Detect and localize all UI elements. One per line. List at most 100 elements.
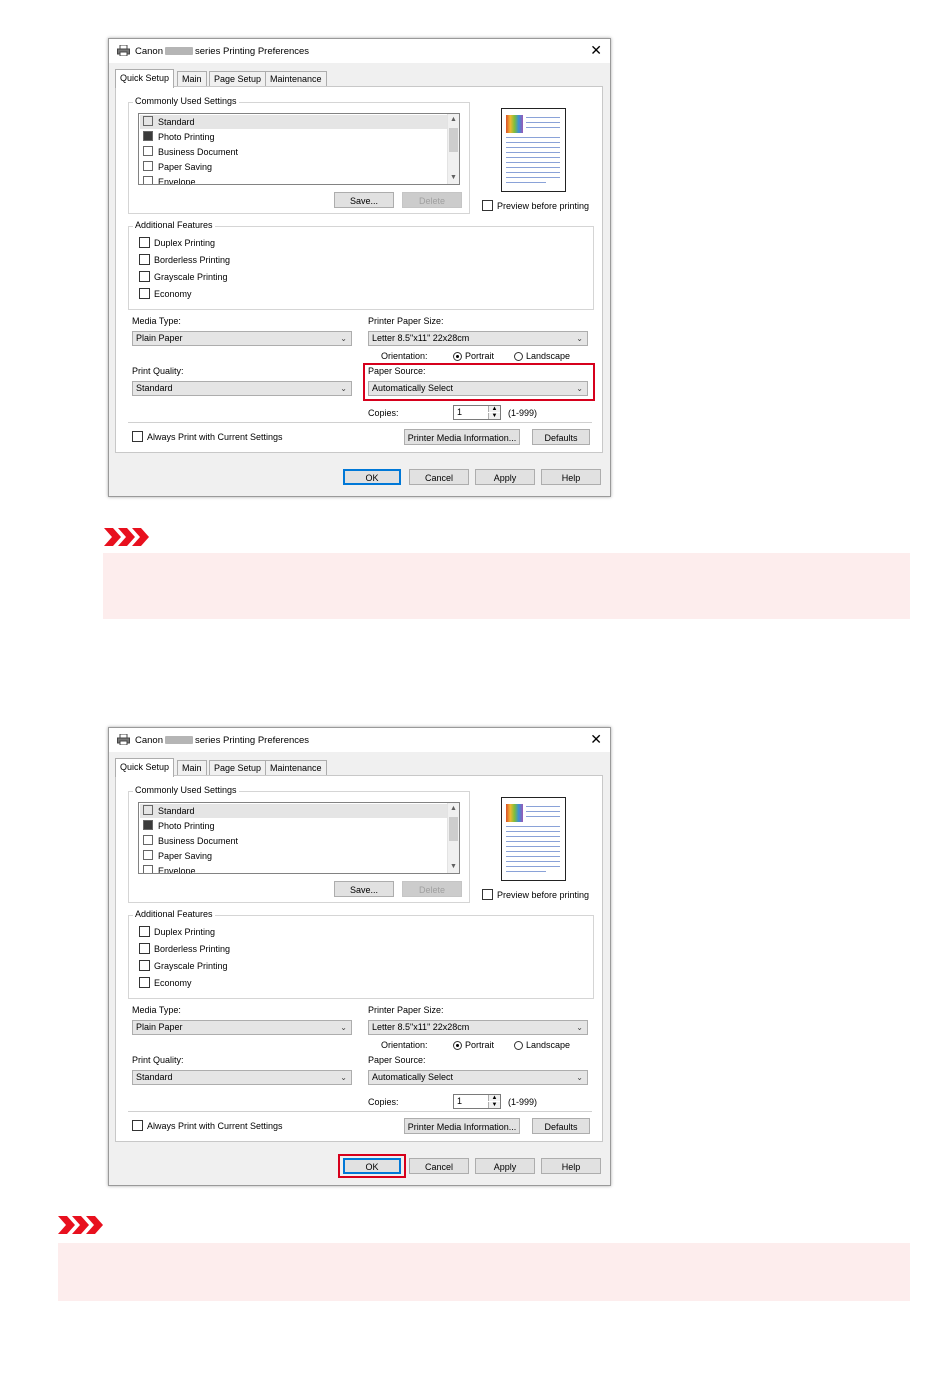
delete-button[interactable]: Delete: [402, 192, 462, 208]
preview-before-printing-checkbox[interactable]: Preview before printing: [482, 889, 589, 901]
checkbox-box[interactable]: [139, 977, 150, 988]
title-bar: Canon series Printing Preferences ✕: [109, 728, 610, 752]
defaults-button[interactable]: Defaults: [532, 1118, 590, 1134]
copies-range: (1-999): [508, 1097, 538, 1107]
checkbox-box[interactable]: [139, 960, 150, 971]
tab-page-setup[interactable]: Page Setup: [209, 71, 267, 87]
grayscale-printing-checkbox[interactable]: Grayscale Printing: [139, 960, 228, 972]
preview-before-printing-checkbox[interactable]: Preview before printing: [482, 200, 589, 212]
list-item-photo-printing[interactable]: Photo Printing: [143, 130, 443, 144]
standard-icon: [143, 805, 153, 815]
apply-button[interactable]: Apply: [475, 1158, 535, 1174]
borderless-printing-checkbox[interactable]: Borderless Printing: [139, 254, 230, 266]
checkbox-box[interactable]: [139, 237, 150, 248]
radio-button[interactable]: [514, 1041, 523, 1050]
list-item-paper-saving[interactable]: Paper Saving: [143, 160, 443, 174]
checkbox-box[interactable]: [482, 200, 493, 211]
delete-button[interactable]: Delete: [402, 881, 462, 897]
scroll-up-icon[interactable]: ▲: [448, 803, 459, 815]
list-item-photo-printing[interactable]: Photo Printing: [143, 819, 443, 833]
landscape-radio[interactable]: Landscape: [514, 351, 570, 361]
scroll-down-icon[interactable]: ▼: [448, 861, 459, 873]
cancel-button[interactable]: Cancel: [409, 1158, 469, 1174]
media-type-select[interactable]: Plain Paper ⌄: [132, 331, 352, 346]
printer-paper-size-select[interactable]: Letter 8.5"x11" 22x28cm ⌄: [368, 331, 588, 346]
tab-quick-setup[interactable]: Quick Setup: [115, 758, 175, 777]
checkbox-box[interactable]: [139, 254, 150, 265]
always-print-checkbox[interactable]: Always Print with Current Settings: [132, 431, 283, 443]
list-item-paper-saving[interactable]: Paper Saving: [143, 849, 443, 863]
help-button[interactable]: Help: [541, 1158, 601, 1174]
close-button[interactable]: ✕: [590, 42, 602, 58]
document-icon: [143, 146, 153, 156]
tab-quick-setup[interactable]: Quick Setup: [115, 69, 175, 88]
scroll-down-icon[interactable]: ▼: [448, 172, 459, 184]
economy-checkbox[interactable]: Economy: [139, 288, 192, 300]
radio-button[interactable]: [453, 1041, 462, 1050]
list-item-standard[interactable]: Standard: [140, 804, 447, 818]
list-scrollbar[interactable]: ▲ ▼: [447, 114, 459, 184]
portrait-radio[interactable]: Portrait: [453, 1040, 494, 1050]
commonly-used-settings-list[interactable]: Standard Photo Printing Business Documen…: [138, 802, 460, 874]
save-button[interactable]: Save...: [334, 192, 394, 208]
defaults-button[interactable]: Defaults: [532, 429, 590, 445]
copies-stepper[interactable]: 1 ▲ ▼: [453, 405, 501, 420]
triple-chevron-icon: [58, 1216, 103, 1234]
checkbox-box[interactable]: [139, 288, 150, 299]
portrait-radio[interactable]: Portrait: [453, 351, 494, 361]
tab-maintenance[interactable]: Maintenance: [265, 760, 327, 776]
checkbox-box[interactable]: [132, 431, 143, 442]
copies-stepper[interactable]: 1 ▲ ▼: [453, 1094, 501, 1109]
scroll-up-icon[interactable]: ▲: [448, 114, 459, 126]
stepper-down-icon[interactable]: ▼: [488, 413, 500, 419]
economy-checkbox[interactable]: Economy: [139, 977, 192, 989]
paper-source-select[interactable]: Automatically Select ⌄: [368, 1070, 588, 1085]
printer-media-information-button[interactable]: Printer Media Information...: [404, 1118, 520, 1134]
landscape-radio[interactable]: Landscape: [514, 1040, 570, 1050]
checkbox-box[interactable]: [132, 1120, 143, 1131]
ok-button[interactable]: OK: [343, 469, 401, 485]
portrait-label: Portrait: [465, 351, 495, 361]
grayscale-printing-checkbox[interactable]: Grayscale Printing: [139, 271, 228, 283]
apply-button[interactable]: Apply: [475, 469, 535, 485]
checkbox-box[interactable]: [139, 943, 150, 954]
list-item-business-document[interactable]: Business Document: [143, 145, 443, 159]
checkbox-box[interactable]: [482, 889, 493, 900]
list-item-envelope[interactable]: Envelope: [143, 864, 443, 873]
tab-main[interactable]: Main: [177, 71, 207, 87]
scroll-thumb[interactable]: [449, 128, 458, 152]
chevron-down-icon: ⌄: [576, 334, 583, 343]
printer-paper-size-value: Letter 8.5"x11" 22x28cm: [372, 1022, 470, 1032]
radio-button[interactable]: [453, 352, 462, 361]
borderless-printing-checkbox[interactable]: Borderless Printing: [139, 943, 230, 955]
tab-maintenance[interactable]: Maintenance: [265, 71, 327, 87]
save-button[interactable]: Save...: [334, 881, 394, 897]
stepper-down-icon[interactable]: ▼: [488, 1102, 500, 1108]
list-item-standard[interactable]: Standard: [140, 115, 447, 129]
close-button[interactable]: ✕: [590, 731, 602, 747]
stepper-up-icon[interactable]: ▲: [488, 1095, 500, 1101]
stepper-up-icon[interactable]: ▲: [488, 406, 500, 412]
print-quality-select[interactable]: Standard ⌄: [132, 1070, 352, 1085]
print-quality-select[interactable]: Standard ⌄: [132, 381, 352, 396]
radio-button[interactable]: [514, 352, 523, 361]
printer-paper-size-select[interactable]: Letter 8.5"x11" 22x28cm ⌄: [368, 1020, 588, 1035]
list-item-envelope[interactable]: Envelope: [143, 175, 443, 184]
always-print-checkbox[interactable]: Always Print with Current Settings: [132, 1120, 283, 1132]
printer-media-information-button[interactable]: Printer Media Information...: [404, 429, 520, 445]
list-scrollbar[interactable]: ▲ ▼: [447, 803, 459, 873]
tab-main[interactable]: Main: [177, 760, 207, 776]
checkbox-box[interactable]: [139, 926, 150, 937]
media-type-select[interactable]: Plain Paper ⌄: [132, 1020, 352, 1035]
duplex-printing-checkbox[interactable]: Duplex Printing: [139, 237, 215, 249]
cancel-button[interactable]: Cancel: [409, 469, 469, 485]
always-print-label: Always Print with Current Settings: [147, 432, 283, 442]
commonly-used-settings-list[interactable]: Standard Photo Printing Business Documen…: [138, 113, 460, 185]
list-item-business-document[interactable]: Business Document: [143, 834, 443, 848]
duplex-printing-checkbox[interactable]: Duplex Printing: [139, 926, 215, 938]
help-button[interactable]: Help: [541, 469, 601, 485]
list-item-label: Photo Printing: [158, 821, 215, 831]
tab-page-setup[interactable]: Page Setup: [209, 760, 267, 776]
scroll-thumb[interactable]: [449, 817, 458, 841]
checkbox-box[interactable]: [139, 271, 150, 282]
